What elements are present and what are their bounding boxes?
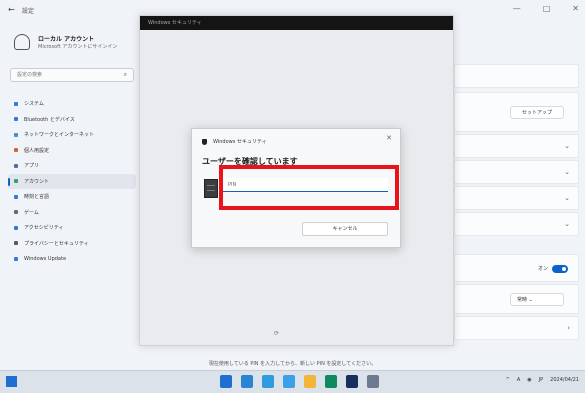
sidebar-nav: システム Bluetooth とデバイス ネットワークとインターネット 個人用設… xyxy=(8,96,136,267)
brush-icon xyxy=(14,148,18,153)
system-tray: ^ A ◉ JP 2024/04/21 xyxy=(506,377,579,383)
profile-header[interactable]: ローカル アカウント Microsoft アカウントにサインイン xyxy=(14,34,117,50)
start-icon[interactable] xyxy=(220,375,232,388)
globe-icon xyxy=(14,194,18,199)
toggle-switch[interactable] xyxy=(552,265,568,273)
settings-card: オン xyxy=(454,254,579,282)
back-arrow-icon[interactable]: ← xyxy=(8,5,15,14)
sidebar-item-label: ネットワークとインターネット xyxy=(24,132,95,139)
maximize-button[interactable]: □ xyxy=(543,4,551,13)
taskbar-icons xyxy=(220,375,379,388)
user-avatar-icon xyxy=(14,34,30,50)
sidebar-item-apps[interactable]: アプリ xyxy=(8,158,136,174)
language-indicator[interactable]: JP xyxy=(539,377,544,383)
profile-name: ローカル アカウント xyxy=(38,36,95,43)
sidebar-item-accessibility[interactable]: アクセシビリティ xyxy=(8,220,136,236)
settings-card[interactable]: ⌄ xyxy=(454,212,579,236)
sidebar-item-label: Windows Update xyxy=(24,255,67,262)
keypad-icon xyxy=(204,179,218,198)
sidebar-item-system[interactable]: システム xyxy=(8,96,136,112)
settings-card[interactable]: ⌄ xyxy=(454,134,579,158)
toggle-label: オン xyxy=(537,266,548,272)
system-icon xyxy=(14,101,18,106)
settings-gear-icon[interactable] xyxy=(367,375,379,388)
window-controls: — □ ✕ xyxy=(513,4,579,13)
apps-icon xyxy=(14,163,18,168)
settings-card: セットアップ xyxy=(454,92,579,132)
credential-dialog: Windows セキュリティ ✕ ユーザーを確認しています キャンセル xyxy=(191,128,401,248)
dialog-header-label: Windows セキュリティ xyxy=(213,139,267,145)
network-icon xyxy=(14,132,18,137)
edge-icon[interactable] xyxy=(325,375,337,388)
app-title: 設定 xyxy=(22,8,35,15)
bluetooth-icon xyxy=(14,117,18,122)
shield-icon xyxy=(202,138,207,145)
sidebar-item-bluetooth[interactable]: Bluetooth とデバイス xyxy=(8,112,136,128)
sidebar-item-label: ゲーム xyxy=(24,209,39,216)
chat-icon[interactable] xyxy=(283,375,295,388)
sidebar-item-windows-update[interactable]: Windows Update xyxy=(8,251,136,267)
account-icon xyxy=(14,179,18,184)
profile-subtitle: Microsoft アカウントにサインイン xyxy=(38,44,118,50)
dialog-header: Windows セキュリティ xyxy=(202,138,267,145)
chevron-right-icon: › xyxy=(567,324,570,332)
settings-card[interactable]: ⌄ xyxy=(454,160,579,184)
widgets-icon[interactable] xyxy=(6,376,17,387)
sidebar-item-gaming[interactable]: ゲーム xyxy=(8,205,136,221)
settings-card[interactable]: ⌄ xyxy=(454,186,579,210)
shield-icon xyxy=(14,241,18,246)
search-icon: ⌕ xyxy=(123,71,127,78)
settings-card xyxy=(454,64,579,88)
ime-icon[interactable]: A xyxy=(517,377,520,383)
gamepad-icon xyxy=(14,210,18,215)
store-icon[interactable] xyxy=(346,375,358,388)
task-view-icon[interactable] xyxy=(262,375,274,388)
sidebar-item-label: システム xyxy=(24,101,44,108)
setup-button[interactable]: セットアップ xyxy=(510,106,564,119)
sidebar-item-label: Bluetooth とデバイス xyxy=(24,116,75,123)
sidebar-item-accounts[interactable]: アカウント xyxy=(8,173,136,189)
clock[interactable]: 2024/04/21 xyxy=(550,377,579,383)
sidebar-item-label: アクセシビリティ xyxy=(24,225,64,232)
network-icon[interactable]: ◉ xyxy=(527,377,531,383)
minimize-button[interactable]: — xyxy=(513,4,521,13)
sidebar-item-time-language[interactable]: 時刻と言語 xyxy=(8,189,136,205)
search-placeholder: 設定の検索 xyxy=(17,72,43,78)
sidebar-item-label: プライバシーとセキュリティ xyxy=(24,240,89,247)
chevron-down-icon: ⌄ xyxy=(564,168,570,176)
close-button[interactable]: ✕ xyxy=(572,4,579,13)
sidebar-item-privacy[interactable]: プライバシーとセキュリティ xyxy=(8,236,136,252)
frequency-select[interactable]: 常時 ⌄ xyxy=(510,293,564,306)
status-line: 現在使用している PIN を入力してから、新しい PIN を設定してください。 xyxy=(208,361,377,367)
file-explorer-icon[interactable] xyxy=(304,375,316,388)
settings-card[interactable]: › xyxy=(454,316,579,340)
dialog-title: ユーザーを確認しています xyxy=(202,157,298,166)
chevron-down-icon: ⌄ xyxy=(564,220,570,228)
taskbar: ^ A ◉ JP 2024/04/21 xyxy=(0,370,585,393)
update-icon xyxy=(14,256,18,261)
search-icon[interactable] xyxy=(241,375,253,388)
select-value: 常時 xyxy=(517,297,528,303)
loading-icon: ⟳ xyxy=(274,330,280,337)
chevron-down-icon: ⌄ xyxy=(564,142,570,150)
sidebar-item-label: アカウント xyxy=(24,178,50,185)
dialog-close-button[interactable]: ✕ xyxy=(386,134,392,142)
cancel-button[interactable]: キャンセル xyxy=(302,222,388,236)
pin-input[interactable] xyxy=(222,178,388,192)
search-input[interactable]: 設定の検索 ⌕ xyxy=(10,68,134,82)
settings-card: 常時 ⌄ xyxy=(454,284,579,314)
tray-overflow-icon[interactable]: ^ xyxy=(506,377,510,383)
sidebar-item-network[interactable]: ネットワークとインターネット xyxy=(8,127,136,143)
sidebar-item-label: 時刻と言語 xyxy=(24,194,50,201)
security-titlebar: Windows セキュリティ xyxy=(140,16,453,30)
sidebar-item-label: 個人用設定 xyxy=(24,147,50,154)
accessibility-icon xyxy=(14,225,18,230)
sidebar-item-personalization[interactable]: 個人用設定 xyxy=(8,143,136,159)
sidebar-item-label: アプリ xyxy=(24,163,40,170)
chevron-down-icon: ⌄ xyxy=(564,194,570,202)
